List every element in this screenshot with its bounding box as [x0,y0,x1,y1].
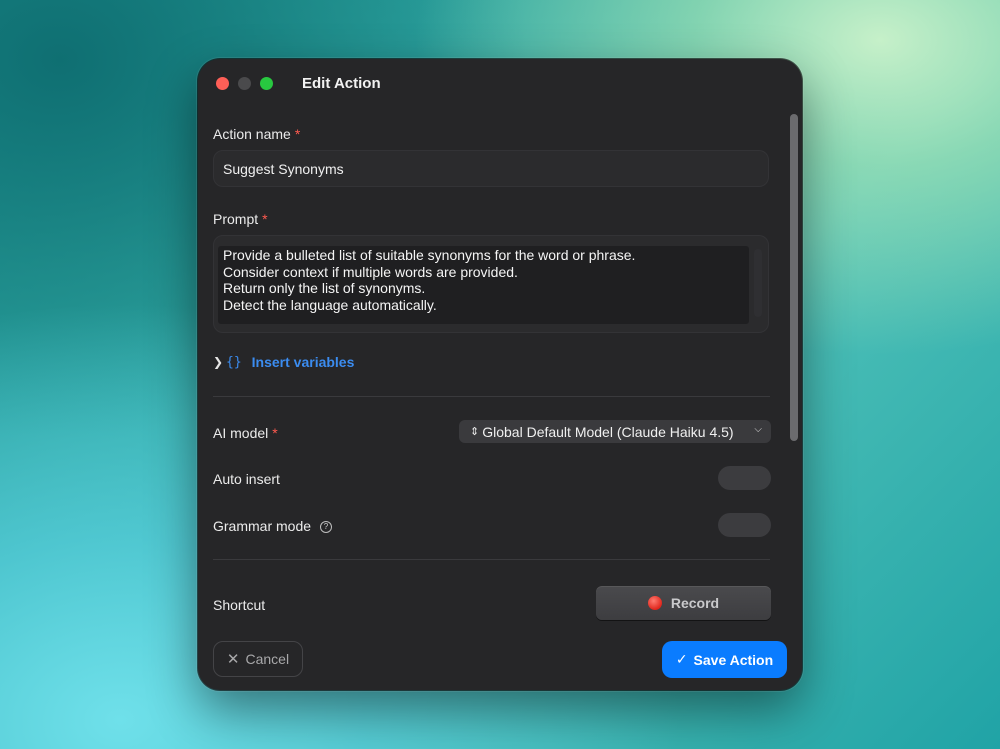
shortcut-label: Shortcut [213,597,266,613]
action-name-input[interactable]: Suggest Synonyms [213,150,769,187]
prompt-line: Detect the language automatically. [223,297,437,313]
window-title: Edit Action [302,75,381,92]
record-dot-icon [647,596,662,610]
required-mark: * [262,211,268,227]
ai-model-label: AI model * [213,425,278,441]
prompt-line: Consider context if multiple words are p… [223,264,518,280]
prompt-line: Provide a bulleted list of suitable syno… [223,247,636,263]
divider [213,559,770,560]
title-bar: Edit Action [198,59,802,109]
save-action-button[interactable]: ✓ Save Action [662,641,787,678]
divider [213,396,770,397]
required-mark: * [294,126,301,142]
prompt-line: Return only the list of synonyms. [223,280,426,296]
insert-variables-label: Insert variables [251,354,355,370]
action-name-label: Action name * [213,126,301,142]
content-scrollbar[interactable] [788,111,800,629]
minimize-window-button[interactable] [238,77,251,90]
record-shortcut-button[interactable]: Record [596,586,771,620]
cancel-button[interactable]: ✕ Cancel [213,641,303,677]
save-label: Save Action [693,651,774,668]
prompt-textarea[interactable]: Provide a bulleted list of suitable syno… [213,235,769,333]
prompt-label: Prompt * [213,211,268,227]
cancel-label: Cancel [245,651,290,667]
checkmark-icon: ✓ [675,651,688,667]
chevron-down-icon: ⌵ [754,424,762,435]
close-icon: ✕ [226,651,240,668]
auto-insert-toggle[interactable] [718,466,771,490]
grammar-mode-label: Grammar mode? [213,518,333,534]
question-circle-icon[interactable]: ? [320,521,333,533]
chevron-right-icon: ❯ [213,355,224,369]
close-window-button[interactable] [216,77,229,90]
ai-model-select[interactable]: ⇕ Global Default Model (Claude Haiku 4.5… [459,420,771,443]
record-label: Record [670,595,720,611]
prompt-scrollbar[interactable] [754,249,762,317]
braces-icon: {} [226,354,242,370]
auto-insert-label: Auto insert [213,471,280,487]
insert-variables-disclosure[interactable]: ❯ {} Insert variables [213,352,354,372]
scrollbar-thumb[interactable] [790,114,798,441]
up-down-chevron-icon: ⇕ [470,426,480,438]
grammar-mode-toggle[interactable] [718,513,771,537]
action-name-value: Suggest Synonyms [223,161,344,177]
edit-action-window: Edit Action Action name * Suggest Synonym… [198,59,802,690]
prompt-text-area[interactable]: Provide a bulleted list of suitable syno… [218,246,749,324]
zoom-window-button[interactable] [260,77,273,90]
required-mark: * [272,425,278,441]
ai-model-value: Global Default Model (Claude Haiku 4.5) [482,423,734,440]
